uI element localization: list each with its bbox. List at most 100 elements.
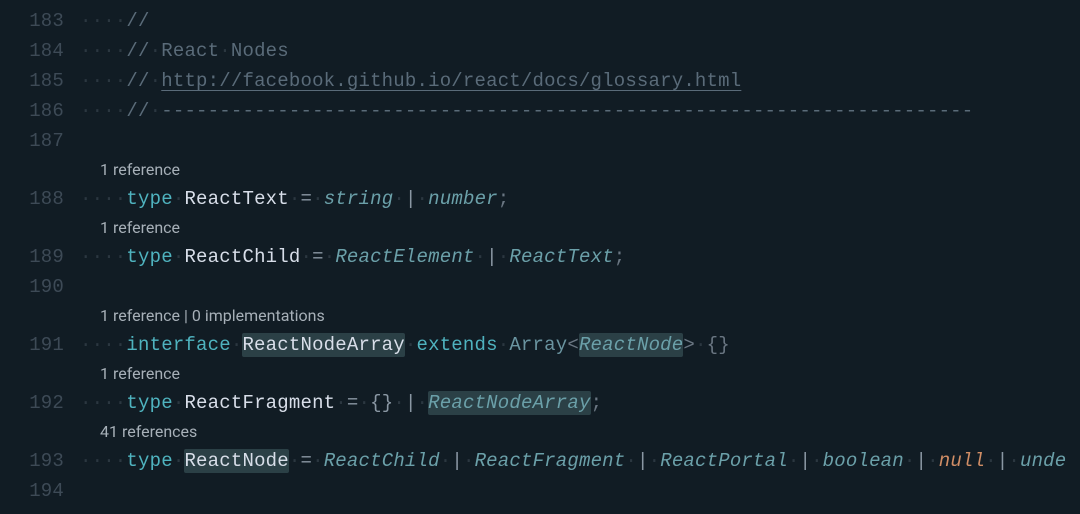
code-line-blank[interactable]	[80, 476, 1080, 506]
keyword: type	[126, 188, 172, 210]
line-number: 192	[0, 388, 80, 418]
comment-text: Nodes	[231, 40, 289, 62]
type-ref[interactable]: ReactFragment	[475, 450, 626, 472]
comment-slash: //	[126, 10, 149, 32]
code-area[interactable]: ····// ····//·React·Nodes ····//·http://…	[80, 6, 1080, 514]
whitespace: ·	[475, 246, 487, 268]
op-pipe: |	[997, 450, 1009, 472]
whitespace: ·	[440, 450, 452, 472]
interface-name[interactable]: ReactNodeArray	[242, 333, 404, 357]
type-name[interactable]: ReactNode	[184, 449, 288, 473]
line-number: 187	[0, 126, 80, 156]
whitespace: ·	[173, 392, 185, 414]
whitespace: ·	[150, 40, 162, 62]
whitespace: ·	[312, 188, 324, 210]
whitespace: ····	[80, 40, 126, 62]
whitespace: ·	[335, 392, 347, 414]
whitespace: ····	[80, 246, 126, 268]
whitespace: ·	[811, 450, 823, 472]
op-semicolon: ;	[498, 188, 510, 210]
comment-divider: ----------------------------------------…	[161, 100, 973, 122]
codelens[interactable]: 41 references	[80, 418, 1080, 446]
code-line[interactable]: ····//·http://facebook.github.io/react/d…	[80, 66, 1080, 96]
code-editor[interactable]: 183 184 185 186 187 188 189 190 191 192 …	[0, 0, 1080, 514]
code-line[interactable]: ····//	[80, 6, 1080, 36]
op-pipe: |	[486, 246, 498, 268]
empty-object-type: {}	[370, 392, 393, 414]
op-angle-close: >	[683, 334, 695, 356]
whitespace: ····	[80, 10, 126, 32]
codelens[interactable]: 1 reference | 0 implementations	[80, 302, 1080, 330]
code-line[interactable]: ····type·ReactText·=·string·|·number;	[80, 184, 1080, 214]
whitespace: ·	[788, 450, 800, 472]
type-ref-truncated[interactable]: unde	[1020, 450, 1066, 472]
op-equals: =	[312, 246, 324, 268]
comment-slash: //	[126, 100, 149, 122]
code-line[interactable]: ····type·ReactNode·=·ReactChild·|·ReactF…	[80, 446, 1080, 476]
op-equals: =	[300, 450, 312, 472]
whitespace: ·	[359, 392, 371, 414]
code-line[interactable]: ····//·---------------------------------…	[80, 96, 1080, 126]
codelens[interactable]: 1 reference	[80, 156, 1080, 184]
keyword: extends	[417, 334, 498, 356]
type-ref[interactable]: boolean	[823, 450, 904, 472]
code-line[interactable]: ····type·ReactFragment·=·{}·|·ReactNodeA…	[80, 388, 1080, 418]
line-number: 185	[0, 66, 80, 96]
op-angle-open: <	[567, 334, 579, 356]
line-number: 190	[0, 272, 80, 302]
code-line-blank[interactable]	[80, 272, 1080, 302]
type-ref[interactable]: string	[324, 188, 394, 210]
whitespace: ····	[80, 450, 126, 472]
type-ref[interactable]: ReactPortal	[660, 450, 788, 472]
whitespace: ·	[417, 188, 429, 210]
keyword: type	[126, 450, 172, 472]
type-ref[interactable]: ReactElement	[335, 246, 474, 268]
line-number: 186	[0, 96, 80, 126]
type-ref[interactable]: number	[428, 188, 498, 210]
whitespace: ····	[80, 188, 126, 210]
null-keyword: null	[939, 450, 985, 472]
whitespace: ·	[405, 334, 417, 356]
type-ref[interactable]: ReactNodeArray	[428, 391, 590, 415]
whitespace: ·	[150, 70, 162, 92]
op-semicolon: ;	[614, 246, 626, 268]
code-line-blank[interactable]	[80, 126, 1080, 156]
code-line[interactable]: ····interface·ReactNodeArray·extends·Arr…	[80, 330, 1080, 360]
type-name[interactable]: ReactChild	[184, 246, 300, 268]
keyword: type	[126, 392, 172, 414]
op-equals: =	[300, 188, 312, 210]
type-ref[interactable]: Array	[509, 334, 567, 356]
type-name[interactable]: ReactText	[184, 188, 288, 210]
whitespace: ····	[80, 334, 126, 356]
op-braces: {}	[707, 334, 730, 356]
line-number-gutter: 183 184 185 186 187 188 189 190 191 192 …	[0, 6, 80, 514]
whitespace: ·	[289, 450, 301, 472]
comment-url-link[interactable]: http://facebook.github.io/react/docs/glo…	[161, 70, 741, 92]
whitespace: ·	[463, 450, 475, 472]
whitespace: ·	[300, 246, 312, 268]
line-number: 183	[0, 6, 80, 36]
whitespace: ·	[904, 450, 916, 472]
code-line[interactable]: ····//·React·Nodes	[80, 36, 1080, 66]
whitespace: ·	[173, 246, 185, 268]
whitespace: ·	[927, 450, 939, 472]
whitespace: ·	[1008, 450, 1020, 472]
type-ref[interactable]: ReactChild	[324, 450, 440, 472]
line-number: 184	[0, 36, 80, 66]
whitespace: ·	[985, 450, 997, 472]
codelens[interactable]: 1 reference	[80, 360, 1080, 388]
op-pipe: |	[405, 392, 417, 414]
type-ref[interactable]: ReactText	[509, 246, 613, 268]
comment-slash: //	[126, 70, 149, 92]
whitespace: ·	[150, 100, 162, 122]
op-semicolon: ;	[591, 392, 603, 414]
type-ref[interactable]: ReactNode	[579, 333, 683, 357]
type-name[interactable]: ReactFragment	[184, 392, 335, 414]
comment-slash: //	[126, 40, 149, 62]
code-line[interactable]: ····type·ReactChild·=·ReactElement·|·Rea…	[80, 242, 1080, 272]
codelens[interactable]: 1 reference	[80, 214, 1080, 242]
whitespace: ·	[417, 392, 429, 414]
whitespace: ····	[80, 392, 126, 414]
whitespace: ·	[498, 334, 510, 356]
op-pipe: |	[637, 450, 649, 472]
